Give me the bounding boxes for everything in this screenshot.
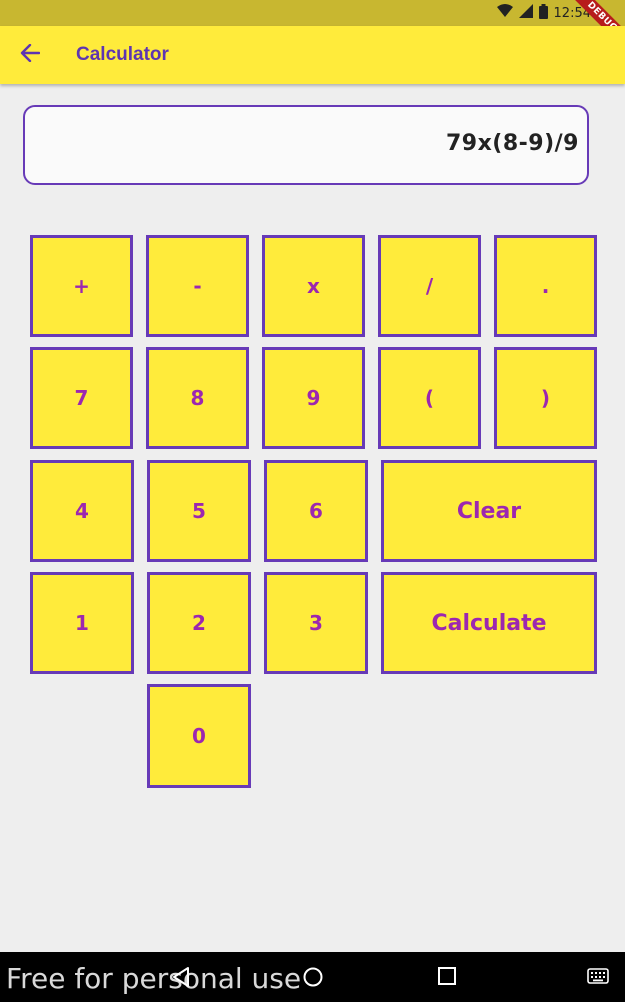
multiply-button[interactable]: x: [262, 235, 365, 337]
decimal-button[interactable]: .: [494, 235, 597, 337]
clear-button[interactable]: Clear: [381, 460, 597, 562]
minus-button[interactable]: -: [146, 235, 249, 337]
digit-8-button[interactable]: 8: [146, 347, 249, 449]
signal-icon: [518, 4, 533, 22]
digit-0-button[interactable]: 0: [147, 684, 251, 788]
expression-text: 79x(8-9)/9: [445, 131, 579, 156]
wifi-icon: [496, 4, 513, 22]
divide-button[interactable]: /: [378, 235, 481, 337]
digit-4-button[interactable]: 4: [30, 460, 134, 562]
back-button[interactable]: [14, 40, 46, 70]
nav-home-icon[interactable]: [302, 966, 324, 992]
page-title: Calculator: [76, 44, 169, 65]
digit-6-button[interactable]: 6: [264, 460, 368, 562]
digit-2-button[interactable]: 2: [147, 572, 251, 674]
watermark-text: Free for personal use: [6, 962, 302, 995]
digit-5-button[interactable]: 5: [147, 460, 251, 562]
open-paren-button[interactable]: (: [378, 347, 481, 449]
close-paren-button[interactable]: ): [494, 347, 597, 449]
status-bar: 12:54 DEBUG: [0, 0, 625, 54]
digit-1-button[interactable]: 1: [30, 572, 134, 674]
calculate-button[interactable]: Calculate: [381, 572, 597, 674]
status-icons: 12:54: [496, 3, 591, 23]
expression-display: 79x(8-9)/9: [23, 105, 589, 185]
digit-9-button[interactable]: 9: [262, 347, 365, 449]
digit-3-button[interactable]: 3: [264, 572, 368, 674]
digit-7-button[interactable]: 7: [30, 347, 133, 449]
plus-button[interactable]: +: [30, 235, 133, 337]
keyboard-icon[interactable]: [587, 968, 609, 988]
nav-recents-icon[interactable]: [437, 966, 457, 990]
battery-icon: [538, 3, 548, 23]
app-bar: Calculator: [0, 26, 625, 84]
arrow-back-icon: [20, 43, 41, 66]
